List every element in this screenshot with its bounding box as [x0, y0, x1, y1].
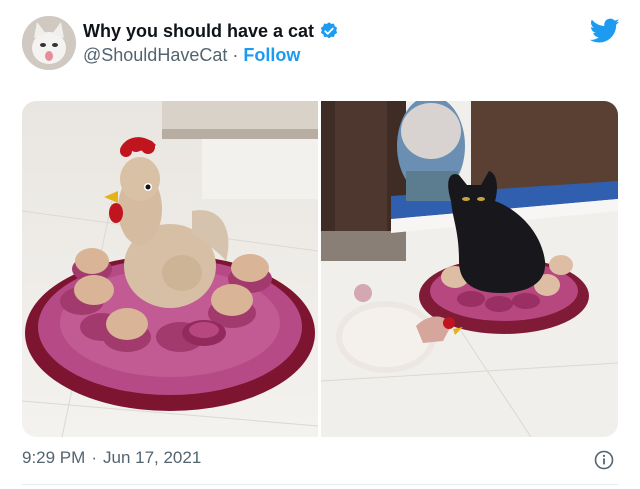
user-handle[interactable]: @ShouldHaveCat: [83, 45, 227, 66]
tweet-date[interactable]: Jun 17, 2021: [103, 448, 201, 468]
verified-badge-icon: [319, 21, 339, 41]
photo-cat-on-nest[interactable]: [321, 101, 618, 437]
twitter-bird-icon[interactable]: [589, 18, 620, 44]
tweet-timestamp[interactable]: 9:29 PM · Jun 17, 2021: [22, 448, 201, 468]
display-name[interactable]: Why you should have a cat: [83, 21, 314, 42]
follow-button[interactable]: Follow: [243, 45, 300, 66]
tweet-card: Why you should have a cat @ShouldHaveCat…: [0, 0, 640, 489]
separator-dot: ·: [91, 448, 97, 467]
info-icon[interactable]: [594, 450, 614, 470]
photo-crochet-hen[interactable]: [22, 101, 318, 437]
user-info: Why you should have a cat @ShouldHaveCat…: [83, 19, 339, 66]
divider: [22, 484, 618, 485]
separator-dot: ·: [232, 45, 239, 65]
tweet-time[interactable]: 9:29 PM: [22, 448, 85, 468]
avatar[interactable]: [22, 16, 76, 70]
tweet-media: [22, 101, 618, 437]
